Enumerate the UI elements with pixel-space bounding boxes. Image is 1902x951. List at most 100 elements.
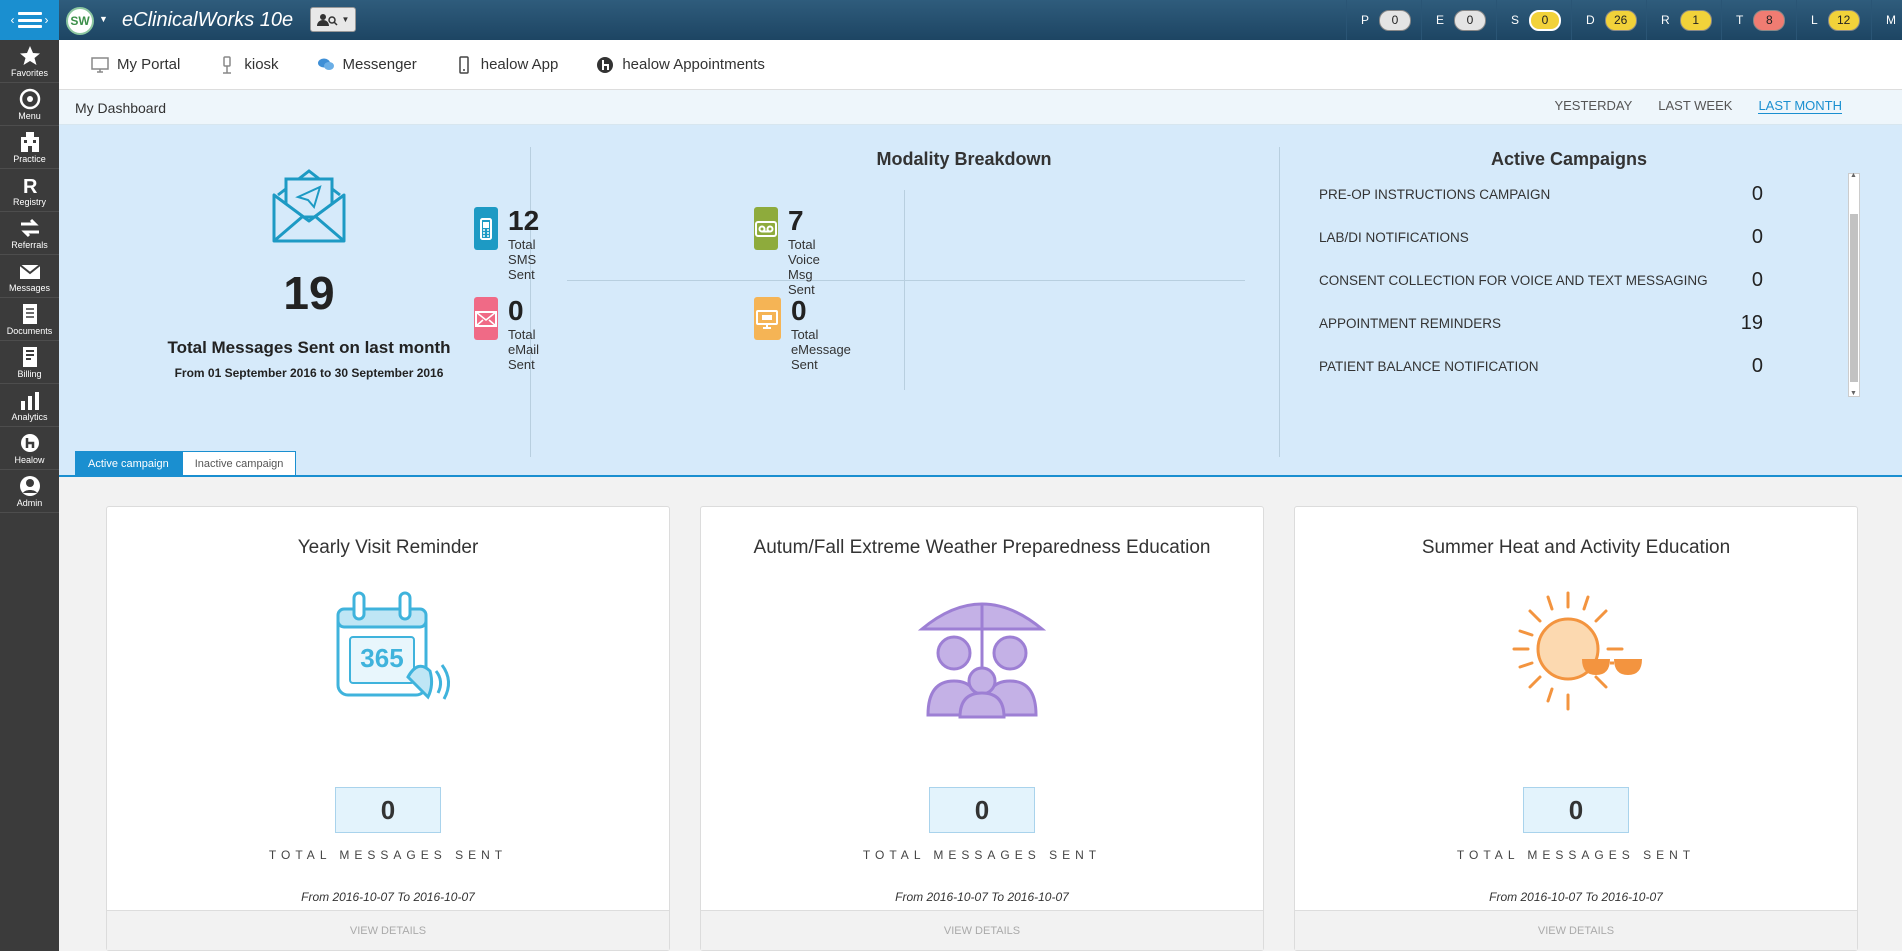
total-messages-label: Total Messages Sent on last month xyxy=(167,338,451,357)
toolbar-healow-appointments[interactable]: healow Appointments xyxy=(596,56,765,74)
envelope-send-icon xyxy=(272,169,346,243)
jellybean-key: T xyxy=(1736,13,1744,27)
toolbar-label: healow App xyxy=(480,56,559,73)
campaign-count: 0 xyxy=(1751,226,1763,248)
campaign-count: 0 xyxy=(1751,183,1763,205)
user-menu-caret-icon[interactable]: ▼ xyxy=(99,14,108,24)
campaign-card-count-label: TOTAL MESSAGES SENT xyxy=(268,848,508,862)
building-icon xyxy=(20,131,39,152)
campaign-scrollbar[interactable]: ▲ ▼ xyxy=(1848,172,1860,397)
jellybean-m[interactable]: M 23 xyxy=(1871,0,1902,40)
divider xyxy=(904,190,905,390)
tab-active-campaign[interactable]: Active campaign xyxy=(75,451,182,476)
scrollbar-thumb[interactable] xyxy=(1850,214,1858,382)
modality-mobile: 12 Total SMS Sent xyxy=(474,207,558,282)
chat-icon xyxy=(317,58,334,70)
menu-toggle-button[interactable]: ‹ › xyxy=(0,0,59,40)
campaign-card-title: Summer Heat and Activity Education xyxy=(1421,537,1731,558)
jellybean-count: 0 xyxy=(1529,9,1562,31)
tab-inactive-campaign[interactable]: Inactive campaign xyxy=(181,451,297,476)
summary-panel: 19 Total Messages Sent on last month Fro… xyxy=(59,125,1902,476)
user-icon xyxy=(19,475,40,496)
nav-item-documents[interactable]: Documents xyxy=(0,298,59,341)
nav-item-referrals[interactable]: Referrals xyxy=(0,212,59,255)
nav-item-billing[interactable]: Billing xyxy=(0,341,59,384)
toolbar-my-portal[interactable]: My Portal xyxy=(91,56,180,74)
campaign-row[interactable]: APPOINTMENT REMINDERS 19 xyxy=(1319,302,1779,345)
nav-item-practice[interactable]: Practice xyxy=(0,126,59,169)
user-avatar[interactable]: SW xyxy=(66,7,94,35)
jellybean-d[interactable]: D 26 xyxy=(1571,0,1646,40)
total-messages-block: 19 Total Messages Sent on last month Fro… xyxy=(119,165,499,380)
campaign-row[interactable]: CONSENT COLLECTION FOR VOICE AND TEXT ME… xyxy=(1319,259,1779,302)
jellybean-count: 8 xyxy=(1753,9,1786,31)
campaign-tabs: Active campaign Inactive campaign xyxy=(75,451,297,476)
jellybean-r[interactable]: R 1 xyxy=(1646,0,1721,40)
jellybean-key: L xyxy=(1811,13,1818,27)
nav-item-admin[interactable]: Admin xyxy=(0,470,59,513)
family-umbrella-icon xyxy=(892,587,1072,727)
view-details-button[interactable]: VIEW DETAILS xyxy=(107,910,669,950)
divider xyxy=(1279,147,1280,457)
app-title: eClinicalWorks 10e xyxy=(122,9,294,31)
billing-icon xyxy=(22,346,37,367)
jellybean-l[interactable]: L 12 xyxy=(1796,0,1871,40)
monitor-icon xyxy=(91,56,109,73)
jellybean-count: 26 xyxy=(1604,9,1637,31)
view-details-button[interactable]: VIEW DETAILS xyxy=(1295,910,1857,950)
voicemail-icon xyxy=(754,207,778,250)
modality-label: Total eMessage Sent xyxy=(790,327,851,372)
divider xyxy=(567,280,1245,281)
toolbar-messenger[interactable]: Messenger xyxy=(317,56,417,74)
patient-lookup-button[interactable]: ▼ xyxy=(310,7,356,32)
nav-item-favorites[interactable]: Favorites xyxy=(0,40,59,83)
jellybean-e[interactable]: E 0 xyxy=(1421,0,1496,40)
tab-underline xyxy=(59,475,1902,477)
campaign-count: 0 xyxy=(1751,269,1763,291)
range-last-month[interactable]: LAST MONTH xyxy=(1758,98,1842,114)
campaign-card: Yearly Visit Reminder 365 0 TOTAL MESSAG… xyxy=(106,506,670,951)
campaign-count: 0 xyxy=(1751,355,1763,377)
campaign-row[interactable]: LAB/DI NOTIFICATIONS 0 xyxy=(1319,216,1779,259)
active-campaigns-title: Active Campaigns xyxy=(1490,149,1648,169)
jellybean-p[interactable]: P 0 xyxy=(1346,0,1421,40)
chevron-left-icon: ‹ xyxy=(10,13,15,27)
scroll-down-icon[interactable]: ▼ xyxy=(1850,390,1857,397)
page-title: My Dashboard xyxy=(75,100,167,116)
campaign-row[interactable]: PATIENT BALANCE NOTIFICATION 0 xyxy=(1319,345,1779,388)
jellybean-key: D xyxy=(1586,13,1595,27)
secondary-toolbar: My Portal kiosk Messenger healow App hea… xyxy=(59,40,1902,90)
nav-item-label: Billing xyxy=(17,368,42,379)
arrows-icon xyxy=(20,218,39,237)
view-details-button[interactable]: VIEW DETAILS xyxy=(701,910,1263,950)
jellybean-count: 1 xyxy=(1679,9,1712,31)
toolbar-kiosk[interactable]: kiosk xyxy=(218,55,279,74)
campaign-name: PRE-OP INSTRUCTIONS CAMPAIGN xyxy=(1319,187,1551,202)
toolbar-label: Messenger xyxy=(342,56,417,73)
dashboard-header: My Dashboard YESTERDAY LAST WEEK LAST MONT… xyxy=(59,90,1902,125)
nav-item-label: Registry xyxy=(12,196,46,207)
nav-item-messages[interactable]: Messages xyxy=(0,255,59,298)
ecw-logo-icon xyxy=(19,88,40,109)
jellybean-key: M xyxy=(1886,13,1896,27)
patient-search-icon xyxy=(316,13,338,26)
campaign-row[interactable]: PRE-OP INSTRUCTIONS CAMPAIGN 0 xyxy=(1319,173,1779,216)
range-yesterday[interactable]: YESTERDAY xyxy=(1554,98,1632,114)
date-range-links: YESTERDAY LAST WEEK LAST MONTH xyxy=(1554,98,1842,114)
campaign-count: 19 xyxy=(1740,312,1763,334)
chart-icon xyxy=(20,391,39,410)
hamburger-icon xyxy=(17,12,42,28)
nav-item-healow[interactable]: Healow xyxy=(0,427,59,470)
campaign-card-title: Autum/Fall Extreme Weather Preparedness … xyxy=(753,537,1211,558)
nav-item-menu[interactable]: Menu xyxy=(0,83,59,126)
range-last-week[interactable]: LAST WEEK xyxy=(1658,98,1732,114)
nav-item-label: Documents xyxy=(6,325,53,336)
jellybean-s[interactable]: S 0 xyxy=(1496,0,1571,40)
nav-item-analytics[interactable]: Analytics xyxy=(0,384,59,427)
calendar-text: 365 xyxy=(360,643,403,673)
scroll-up-icon[interactable]: ▲ xyxy=(1850,172,1857,179)
jellybean-t[interactable]: T 8 xyxy=(1721,0,1796,40)
chevron-right-icon: › xyxy=(44,13,49,27)
toolbar-healow-app[interactable]: healow App xyxy=(455,55,559,74)
nav-item-registry[interactable]: R Registry xyxy=(0,169,59,212)
